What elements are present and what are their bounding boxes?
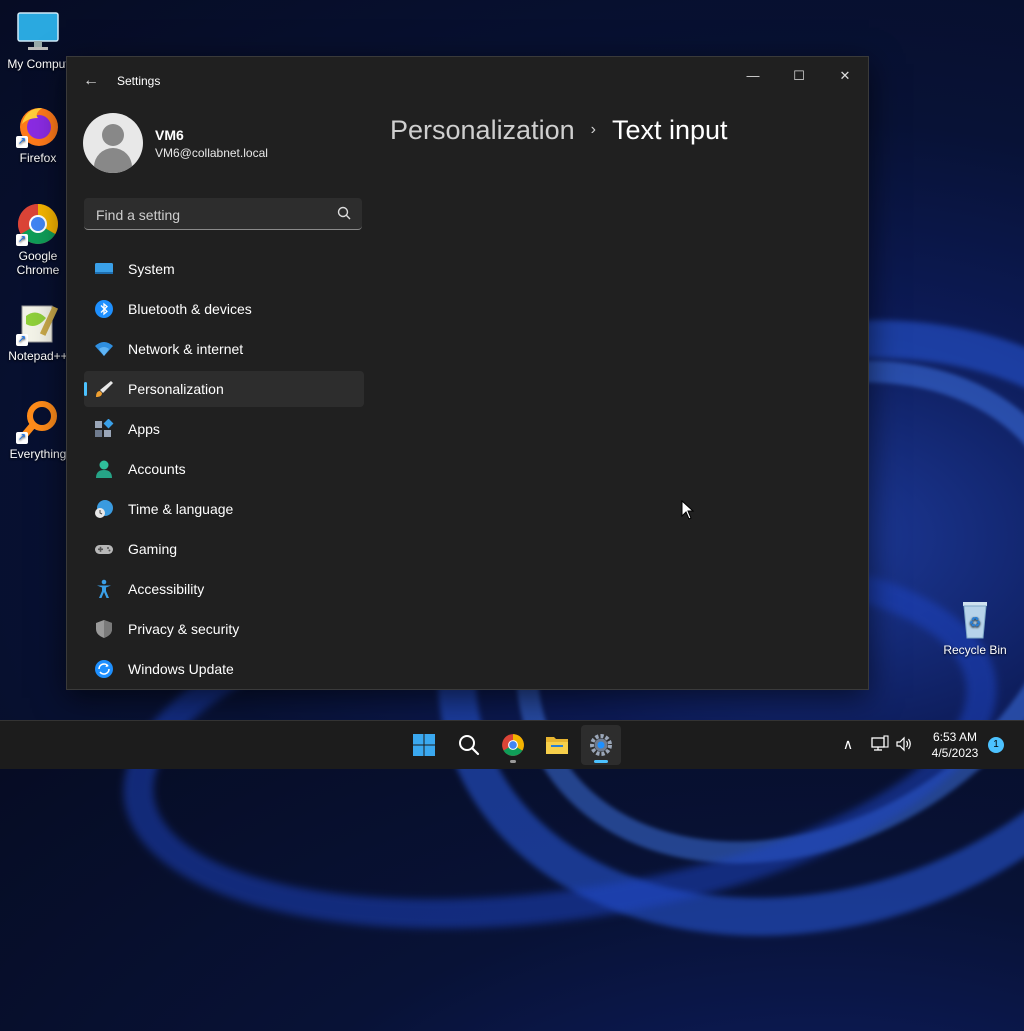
breadcrumb-separator: › bbox=[590, 121, 596, 138]
network-icon[interactable] bbox=[871, 735, 889, 753]
nav-item-bluetooth[interactable]: Bluetooth & devices bbox=[84, 291, 364, 327]
desktop-icon-chrome[interactable]: ↗ Google Chrome bbox=[0, 202, 76, 277]
gamepad-icon bbox=[95, 545, 113, 554]
start-button[interactable] bbox=[404, 725, 444, 765]
desktop-icon-label: Recycle Bin bbox=[943, 643, 1007, 657]
nav-item-label: Privacy & security bbox=[128, 621, 240, 637]
taskbar-search-button[interactable] bbox=[449, 725, 489, 765]
window-title: Settings bbox=[117, 74, 161, 88]
nav-item-time-language[interactable]: Time & language bbox=[84, 491, 364, 527]
shield-icon bbox=[96, 620, 112, 638]
close-button[interactable]: ✕ bbox=[822, 61, 868, 91]
notification-badge[interactable]: 1 bbox=[988, 737, 1004, 753]
nav-item-windows-update[interactable]: Windows Update bbox=[84, 651, 364, 687]
mouse-cursor-icon bbox=[681, 500, 695, 520]
nav-item-label: Accessibility bbox=[128, 581, 205, 597]
desktop-icon-label: Firefox bbox=[19, 151, 57, 165]
nav-item-accessibility[interactable]: Accessibility bbox=[84, 571, 364, 607]
nav-item-label: Apps bbox=[128, 421, 160, 437]
accessibility-icon bbox=[97, 579, 111, 598]
breadcrumb: Personalization › Text input bbox=[390, 115, 728, 146]
recycle-bin-icon: ♻ bbox=[953, 596, 997, 640]
breadcrumb-parent[interactable]: Personalization bbox=[390, 115, 575, 145]
user-email: VM6@collabnet.local bbox=[155, 146, 268, 160]
bluetooth-icon bbox=[95, 300, 113, 318]
time-language-icon bbox=[95, 500, 113, 518]
shortcut-arrow-icon: ↗ bbox=[16, 432, 28, 444]
shortcut-arrow-icon: ↗ bbox=[16, 234, 28, 246]
wifi-icon bbox=[95, 342, 113, 356]
nav-item-system[interactable]: System bbox=[84, 251, 364, 287]
search-box[interactable] bbox=[84, 198, 362, 231]
nav-item-label: Windows Update bbox=[128, 661, 234, 677]
settings-window: ← Settings — ☐ ✕ VM6 VM6@collabnet.local… bbox=[66, 56, 869, 690]
clock-time: 6:53 AM bbox=[932, 730, 978, 744]
nav-item-accounts[interactable]: Accounts bbox=[84, 451, 364, 487]
magnifier-icon: ↗ bbox=[16, 400, 60, 444]
desktop-icon-label: Notepad++ bbox=[8, 349, 68, 363]
chrome-icon: ↗ bbox=[16, 202, 60, 246]
apps-icon bbox=[95, 419, 114, 437]
show-hidden-icons-button[interactable]: ∧ bbox=[839, 735, 857, 753]
maximize-button[interactable]: ☐ bbox=[776, 61, 822, 91]
monitor-icon bbox=[16, 10, 60, 54]
nav-item-network[interactable]: Network & internet bbox=[84, 331, 364, 367]
nav-list: System Bluetooth & devices Network & int… bbox=[84, 251, 364, 689]
update-icon bbox=[95, 660, 113, 678]
nav-item-label: Accounts bbox=[128, 461, 186, 477]
search-input[interactable] bbox=[94, 198, 328, 231]
folder-icon bbox=[546, 737, 568, 754]
desktop-icon-everything[interactable]: ↗ Everything bbox=[0, 400, 76, 461]
windows-logo-icon bbox=[413, 734, 435, 756]
running-indicator bbox=[594, 760, 608, 763]
desktop-icon-my-computer[interactable]: My Comput bbox=[0, 10, 76, 71]
search-icon bbox=[459, 735, 480, 756]
system-icon bbox=[95, 263, 113, 274]
gear-icon bbox=[590, 734, 612, 756]
clock-date: 4/5/2023 bbox=[931, 746, 979, 760]
minimize-button[interactable]: — bbox=[730, 61, 776, 91]
running-indicator bbox=[510, 760, 516, 763]
taskbar-settings-button[interactable] bbox=[581, 725, 621, 765]
title-bar[interactable]: ← Settings — ☐ ✕ bbox=[67, 57, 868, 105]
desktop-icon-label: My Comput bbox=[7, 57, 69, 71]
desktop-icon-label: Everything bbox=[9, 447, 67, 461]
taskbar: ∧ 6:53 AM 4/5/2023 1 bbox=[0, 720, 1024, 769]
nav-item-label: Network & internet bbox=[128, 341, 244, 357]
svg-text:♻: ♻ bbox=[969, 615, 982, 631]
notepadpp-icon: ↗ bbox=[16, 302, 60, 346]
search-icon[interactable] bbox=[336, 205, 352, 221]
desktop-icon-label: Google Chrome bbox=[16, 249, 60, 277]
desktop-icon-notepadpp[interactable]: ↗ Notepad++ bbox=[0, 302, 76, 363]
nav-item-personalization[interactable]: Personalization bbox=[84, 371, 364, 407]
back-button[interactable]: ← bbox=[81, 71, 101, 91]
nav-item-privacy[interactable]: Privacy & security bbox=[84, 611, 364, 647]
firefox-icon: ↗ bbox=[16, 104, 60, 148]
volume-icon[interactable] bbox=[895, 735, 913, 753]
shortcut-arrow-icon: ↗ bbox=[16, 136, 28, 148]
nav-item-label: System bbox=[128, 261, 175, 277]
page-title: Text input bbox=[611, 115, 728, 145]
nav-item-label: Personalization bbox=[128, 381, 224, 397]
nav-item-label: Gaming bbox=[128, 541, 178, 557]
nav-item-gaming[interactable]: Gaming bbox=[84, 531, 364, 567]
avatar[interactable] bbox=[83, 113, 143, 173]
user-name: VM6 bbox=[155, 127, 184, 143]
shortcut-arrow-icon: ↗ bbox=[16, 334, 28, 346]
taskbar-chrome-button[interactable] bbox=[493, 725, 533, 765]
chrome-icon bbox=[502, 734, 524, 756]
nav-item-label: Time & language bbox=[128, 501, 234, 517]
taskbar-file-explorer-button[interactable] bbox=[537, 725, 577, 765]
accounts-icon bbox=[96, 460, 112, 478]
desktop-icon-recycle-bin[interactable]: ♻ Recycle Bin bbox=[937, 596, 1013, 657]
nav-item-label: Bluetooth & devices bbox=[128, 301, 252, 317]
desktop-icon-firefox[interactable]: ↗ Firefox bbox=[0, 104, 76, 165]
nav-item-apps[interactable]: Apps bbox=[84, 411, 364, 447]
system-clock[interactable]: 6:53 AM 4/5/2023 bbox=[920, 729, 990, 761]
brush-icon bbox=[96, 381, 113, 397]
